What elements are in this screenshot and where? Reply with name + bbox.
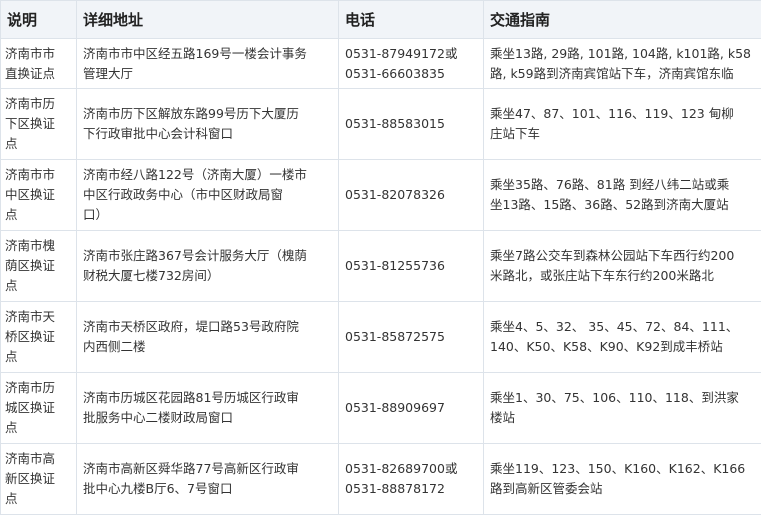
row-phone: 0531-85872575 [339,302,484,373]
row-phone: 0531-88909697 [339,373,484,444]
header-description: 说明 [1,1,77,39]
row-transit: 乘坐35路、76路、81路 到经八纬二站或乘 坐13路、15路、36路、52路到… [484,160,761,231]
table-row: 济南市槐 荫区换证 点 济南市张庄路367号会计服务大厅（槐荫 财税大厦七楼73… [1,231,761,302]
row-transit: 乘坐7路公交车到森林公园站下车西行约200 米路北，或张庄站下车东行约200米路… [484,231,761,302]
row-description: 济南市槐 荫区换证 点 [1,231,77,302]
exchange-point-table: 说明 详细地址 电话 交通指南 济南市市 直换证点 济南市市中区经五路169号一… [0,0,761,515]
table-row: 济南市历 城区换证 点 济南市历城区花园路81号历城区行政审 批服务中心二楼财政… [1,373,761,444]
row-transit: 乘坐1、30、75、106、110、118、到洪家 楼站 [484,373,761,444]
row-address: 济南市历下区解放东路99号历下大厦历 下行政审批中心会计科窗口 [77,89,339,160]
row-phone: 0531-87949172或 0531-66603835 [339,39,484,89]
row-address: 济南市历城区花园路81号历城区行政审 批服务中心二楼财政局窗口 [77,373,339,444]
table-row: 济南市历 下区换证 点 济南市历下区解放东路99号历下大厦历 下行政审批中心会计… [1,89,761,160]
row-transit: 乘坐119、123、150、K160、K162、K166 路到高新区管委会站 [484,444,761,515]
row-description: 济南市历 城区换证 点 [1,373,77,444]
row-address: 济南市高新区舜华路77号高新区行政审 批中心九楼B厅6、7号窗口 [77,444,339,515]
row-phone: 0531-88583015 [339,89,484,160]
row-description: 济南市天 桥区换证 点 [1,302,77,373]
row-description: 济南市高 新区换证 点 [1,444,77,515]
row-transit: 乘坐13路, 29路, 101路, 104路, k101路, k58 路, k5… [484,39,761,89]
table-row: 济南市高 新区换证 点 济南市高新区舜华路77号高新区行政审 批中心九楼B厅6、… [1,444,761,515]
row-address: 济南市张庄路367号会计服务大厅（槐荫 财税大厦七楼732房间） [77,231,339,302]
row-address: 济南市经八路122号（济南大厦）一楼市 中区行政政务中心（市中区财政局窗 口） [77,160,339,231]
row-description: 济南市市 中区换证 点 [1,160,77,231]
table-row: 济南市市 中区换证 点 济南市经八路122号（济南大厦）一楼市 中区行政政务中心… [1,160,761,231]
row-transit: 乘坐47、87、101、116、119、123 甸柳 庄站下车 [484,89,761,160]
header-address: 详细地址 [77,1,339,39]
header-transit: 交通指南 [484,1,761,39]
table-row: 济南市市 直换证点 济南市市中区经五路169号一楼会计事务 管理大厅 0531-… [1,39,761,89]
table-row: 济南市天 桥区换证 点 济南市天桥区政府，堤口路53号政府院 内西侧二楼 053… [1,302,761,373]
row-address: 济南市市中区经五路169号一楼会计事务 管理大厅 [77,39,339,89]
row-description: 济南市历 下区换证 点 [1,89,77,160]
header-phone: 电话 [339,1,484,39]
row-phone: 0531-81255736 [339,231,484,302]
row-transit: 乘坐4、5、32、 35、45、72、84、111、 140、K50、K58、K… [484,302,761,373]
row-phone: 0531-82078326 [339,160,484,231]
table-header-row: 说明 详细地址 电话 交通指南 [1,1,761,39]
row-address: 济南市天桥区政府，堤口路53号政府院 内西侧二楼 [77,302,339,373]
row-description: 济南市市 直换证点 [1,39,77,89]
row-phone: 0531-82689700或 0531-88878172 [339,444,484,515]
